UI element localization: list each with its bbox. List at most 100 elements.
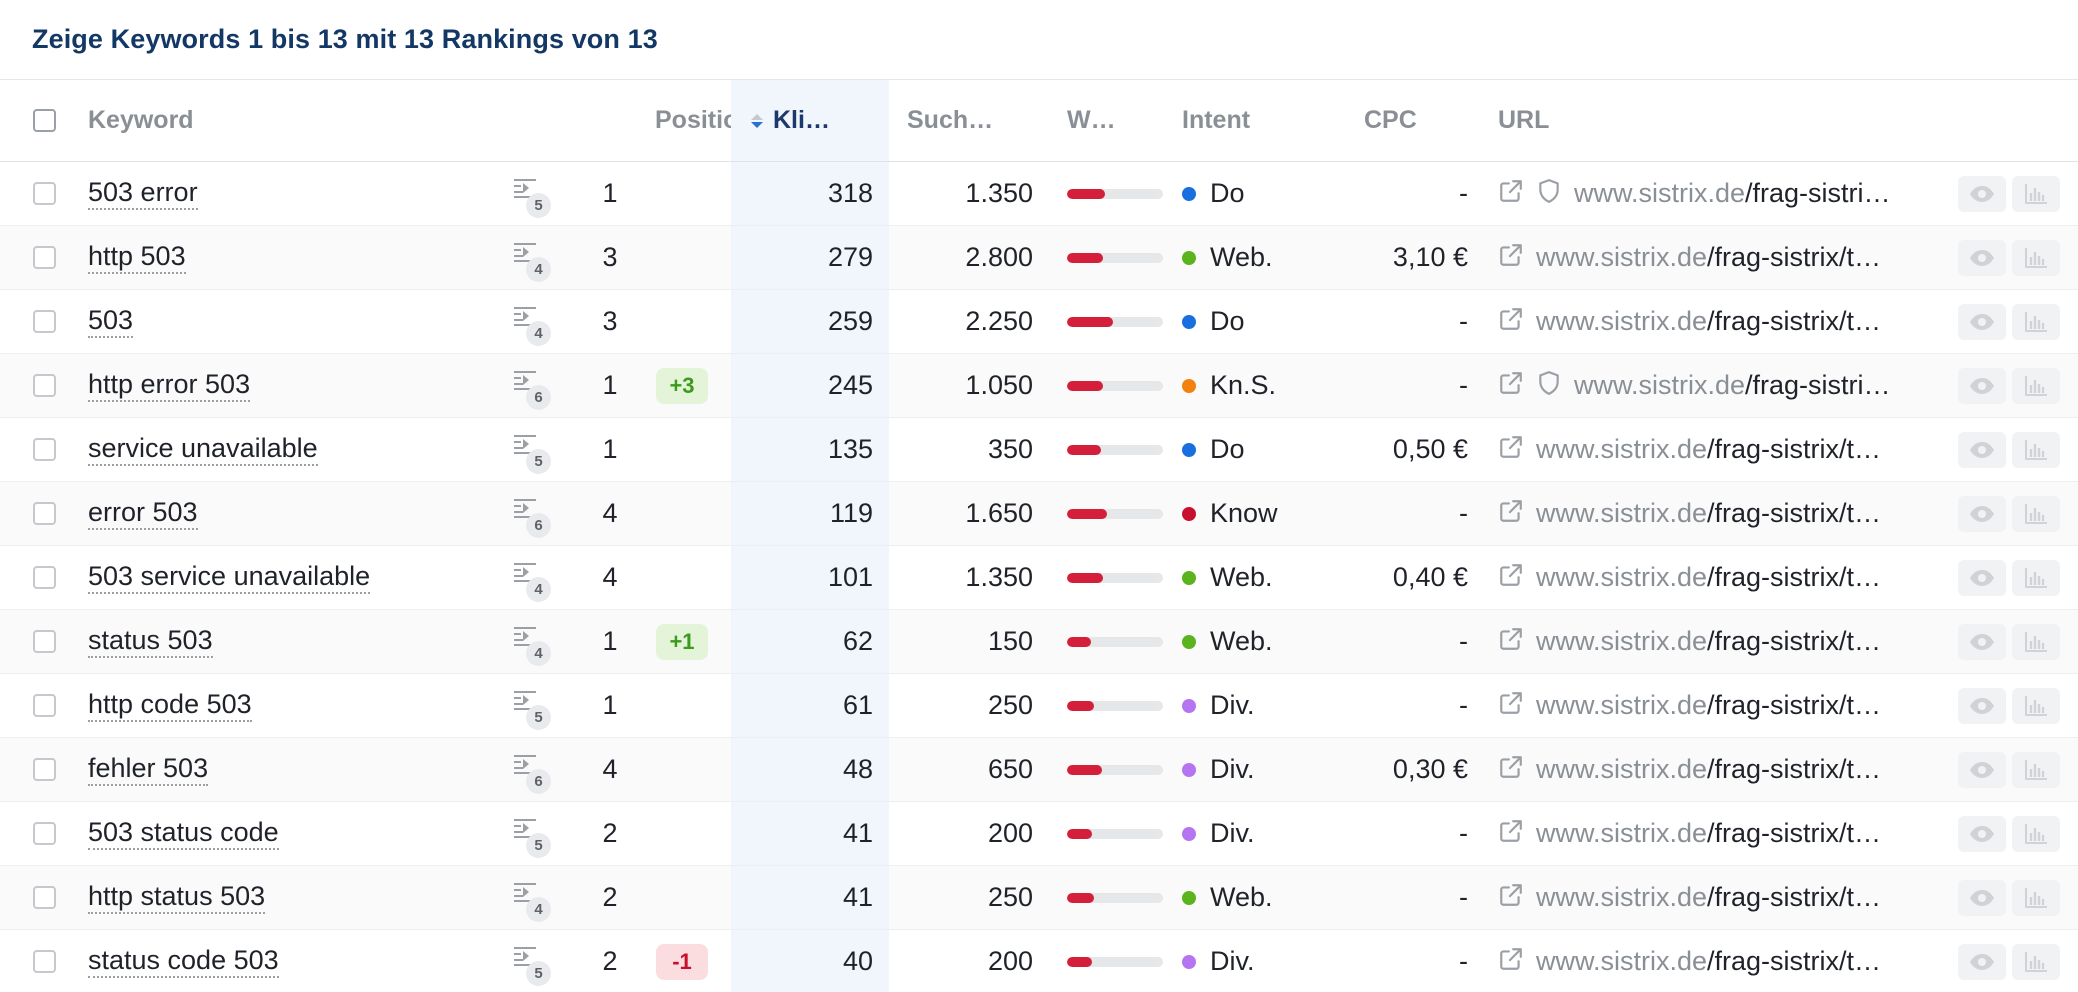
url-link[interactable]: www.sistrix.de/frag-sistrix/technisches-…: [1536, 434, 1896, 465]
url-link[interactable]: www.sistrix.de/frag-sistrix/technisches-…: [1536, 498, 1896, 529]
table-row[interactable]: http code 503 5 1 61 250 Div. - www.sist…: [0, 674, 2078, 738]
row-checkbox[interactable]: [32, 310, 56, 333]
row-checkbox[interactable]: [32, 182, 56, 205]
chart-icon[interactable]: [2012, 879, 2060, 916]
eye-icon[interactable]: [1958, 815, 2006, 852]
eye-icon[interactable]: [1958, 495, 2006, 532]
chart-icon[interactable]: [2012, 239, 2060, 276]
eye-icon[interactable]: [1958, 175, 2006, 212]
eye-icon[interactable]: [1958, 943, 2006, 980]
row-checkbox[interactable]: [32, 822, 56, 845]
serp-features-icon[interactable]: 6: [509, 750, 551, 794]
external-link-icon[interactable]: [1498, 498, 1536, 529]
url-link[interactable]: www.sistrix.de/frag-sistrix/technisches-…: [1574, 370, 1894, 401]
select-all-checkbox[interactable]: [32, 109, 56, 132]
row-checkbox[interactable]: [32, 502, 56, 525]
keyword-link[interactable]: 503: [88, 305, 134, 338]
row-checkbox[interactable]: [32, 438, 56, 461]
external-link-icon[interactable]: [1498, 370, 1536, 401]
table-row[interactable]: error 503 6 4 119 1.650 Know - www.sistr…: [0, 482, 2078, 546]
table-row[interactable]: http error 503 6 1 +3 245 1.050 Kn.S. -: [0, 354, 2078, 418]
serp-features-icon[interactable]: 5: [509, 430, 551, 474]
table-row[interactable]: 503 service unavailable 4 4 101 1.350 We…: [0, 546, 2078, 610]
external-link-icon[interactable]: [1498, 626, 1536, 657]
serp-features-icon[interactable]: 5: [509, 686, 551, 730]
external-link-icon[interactable]: [1498, 882, 1536, 913]
external-link-icon[interactable]: [1498, 818, 1536, 849]
chart-icon[interactable]: [2012, 495, 2060, 532]
keyword-link[interactable]: service unavailable: [88, 433, 318, 466]
table-row[interactable]: 503 4 3 259 2.250 Do - www.sistrix.de/fr…: [0, 290, 2078, 354]
chart-icon[interactable]: [2012, 367, 2060, 404]
row-checkbox[interactable]: [32, 374, 56, 397]
table-row[interactable]: status 503 4 1 +1 62 150 Web. - www.sist…: [0, 610, 2078, 674]
url-link[interactable]: www.sistrix.de/frag-sistrix/technisches-…: [1574, 178, 1894, 209]
column-header-cpc[interactable]: CPC: [1336, 80, 1480, 161]
url-link[interactable]: www.sistrix.de/frag-sistrix/technisches-…: [1536, 754, 1896, 785]
external-link-icon[interactable]: [1498, 690, 1536, 721]
keyword-link[interactable]: 503 error: [88, 177, 198, 210]
external-link-icon[interactable]: [1498, 306, 1536, 337]
external-link-icon[interactable]: [1498, 562, 1536, 593]
eye-icon[interactable]: [1958, 559, 2006, 596]
url-link[interactable]: www.sistrix.de/frag-sistrix/technisches-…: [1536, 306, 1896, 337]
keyword-link[interactable]: status code 503: [88, 945, 279, 978]
serp-features-icon[interactable]: 6: [509, 366, 551, 410]
column-header-competition[interactable]: W…: [1049, 80, 1176, 161]
url-link[interactable]: www.sistrix.de/frag-sistrix/technisches-…: [1536, 818, 1896, 849]
serp-features-icon[interactable]: 4: [509, 558, 551, 602]
row-checkbox[interactable]: [32, 630, 56, 653]
serp-features-icon[interactable]: 4: [509, 302, 551, 346]
table-row[interactable]: service unavailable 5 1 135 350 Do 0,50 …: [0, 418, 2078, 482]
table-row[interactable]: http status 503 4 2 41 250 Web. - www.si…: [0, 866, 2078, 930]
chart-icon[interactable]: [2012, 623, 2060, 660]
keyword-link[interactable]: http 503: [88, 241, 186, 274]
eye-icon[interactable]: [1958, 623, 2006, 660]
url-link[interactable]: www.sistrix.de/frag-sistrix/technisches-…: [1536, 690, 1896, 721]
eye-icon[interactable]: [1958, 367, 2006, 404]
row-checkbox[interactable]: [32, 950, 56, 973]
serp-features-icon[interactable]: 5: [509, 814, 551, 858]
table-row[interactable]: http 503 4 3 279 2.800 Web. 3,10 € www.s…: [0, 226, 2078, 290]
column-header-keyword[interactable]: Keyword: [88, 80, 488, 161]
row-checkbox[interactable]: [32, 566, 56, 589]
table-row[interactable]: 503 status code 5 2 41 200 Div. - www.si…: [0, 802, 2078, 866]
serp-features-icon[interactable]: 4: [509, 622, 551, 666]
chart-icon[interactable]: [2012, 303, 2060, 340]
table-row[interactable]: status code 503 5 2 -1 40 200 Div. - www…: [0, 930, 2078, 992]
table-row[interactable]: 503 error 5 1 318 1.350 Do - www.sistrix…: [0, 162, 2078, 226]
keyword-link[interactable]: http error 503: [88, 369, 251, 402]
eye-icon[interactable]: [1958, 239, 2006, 276]
serp-features-icon[interactable]: 5: [509, 174, 551, 218]
column-header-search-volume[interactable]: Such…: [889, 80, 1049, 161]
column-header-position[interactable]: Position: [570, 80, 754, 161]
url-link[interactable]: www.sistrix.de/frag-sistrix/technisches-…: [1536, 242, 1896, 273]
serp-features-icon[interactable]: 4: [509, 878, 551, 922]
serp-features-icon[interactable]: 6: [509, 494, 551, 538]
chart-icon[interactable]: [2012, 175, 2060, 212]
chart-icon[interactable]: [2012, 751, 2060, 788]
eye-icon[interactable]: [1958, 687, 2006, 724]
chart-icon[interactable]: [2012, 815, 2060, 852]
serp-features-icon[interactable]: 5: [509, 942, 551, 986]
external-link-icon[interactable]: [1498, 242, 1536, 273]
external-link-icon[interactable]: [1498, 754, 1536, 785]
keyword-link[interactable]: http status 503: [88, 881, 266, 914]
row-checkbox[interactable]: [32, 694, 56, 717]
row-checkbox[interactable]: [32, 886, 56, 909]
eye-icon[interactable]: [1958, 431, 2006, 468]
keyword-link[interactable]: 503 status code: [88, 817, 279, 850]
column-header-url[interactable]: URL: [1480, 80, 1958, 161]
row-checkbox[interactable]: [32, 246, 56, 269]
chart-icon[interactable]: [2012, 559, 2060, 596]
external-link-icon[interactable]: [1498, 946, 1536, 977]
keyword-link[interactable]: 503 service unavailable: [88, 561, 371, 594]
url-link[interactable]: www.sistrix.de/frag-sistrix/technisches-…: [1536, 882, 1896, 913]
table-row[interactable]: fehler 503 6 4 48 650 Div. 0,30 € www.si…: [0, 738, 2078, 802]
eye-icon[interactable]: [1958, 879, 2006, 916]
serp-features-icon[interactable]: 4: [509, 238, 551, 282]
url-link[interactable]: www.sistrix.de/frag-sistrix/technisches-…: [1536, 562, 1896, 593]
keyword-link[interactable]: error 503: [88, 497, 198, 530]
url-link[interactable]: www.sistrix.de/frag-sistrix/technisches-…: [1536, 946, 1896, 977]
row-checkbox[interactable]: [32, 758, 56, 781]
